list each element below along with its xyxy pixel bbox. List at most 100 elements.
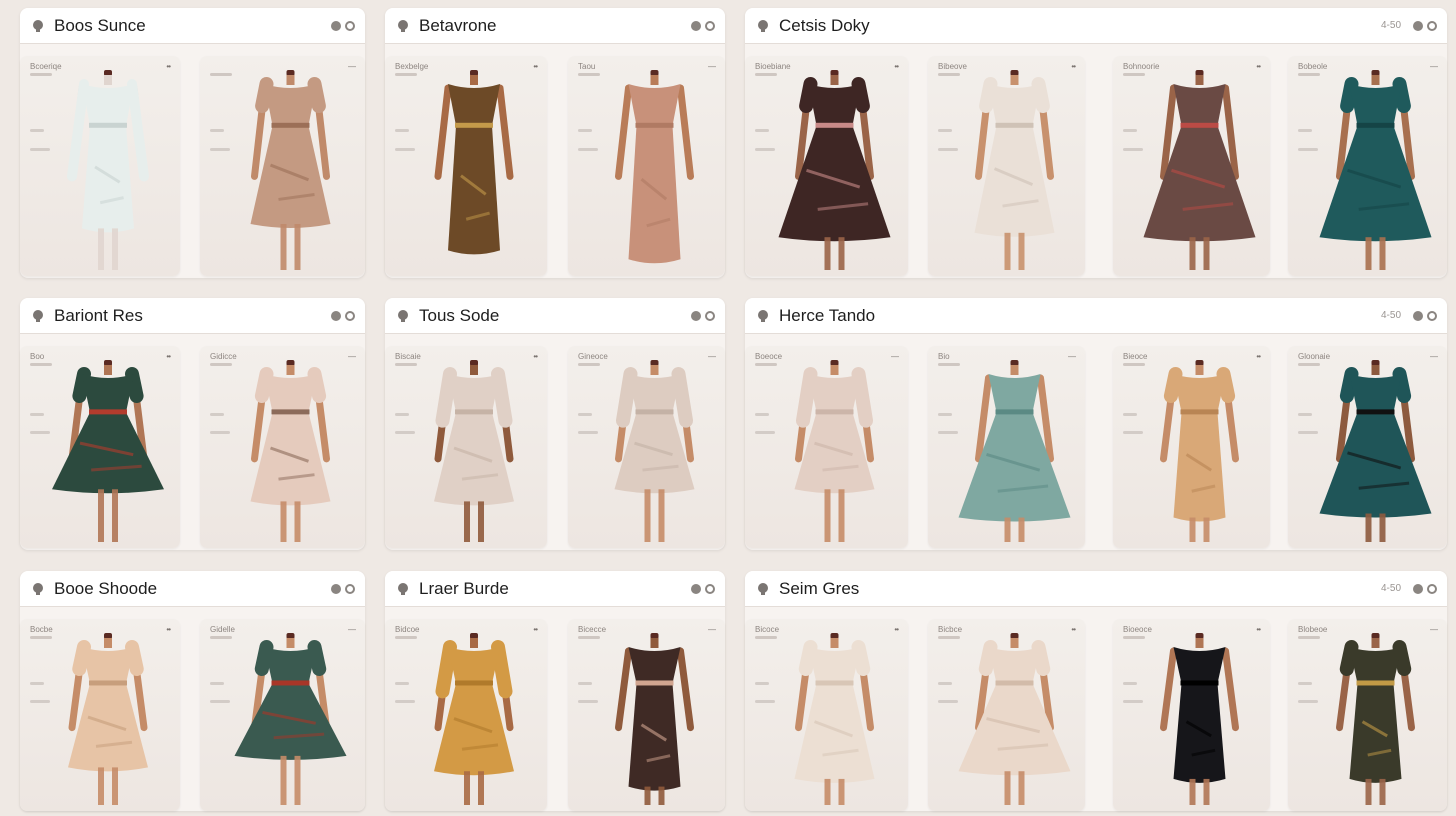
dress-image bbox=[1160, 633, 1239, 805]
dress-card[interactable]: Bicecce — bbox=[568, 619, 725, 811]
dress-card[interactable]: Biscaie •• bbox=[385, 346, 547, 548]
dress-card[interactable]: Bobeole — bbox=[1288, 56, 1447, 276]
dress-image bbox=[1143, 70, 1256, 270]
collection-title: Herce Tando bbox=[779, 305, 876, 325]
settings-icon[interactable] bbox=[1427, 310, 1437, 321]
home-icon[interactable] bbox=[331, 20, 341, 31]
dress-image bbox=[794, 360, 875, 542]
dress-image bbox=[778, 70, 891, 270]
hanger-icon bbox=[30, 581, 46, 597]
panel-header: Seim Gres 4-50 bbox=[745, 571, 1447, 607]
settings-icon[interactable] bbox=[345, 310, 355, 321]
dress-card[interactable]: Bibeove •• bbox=[928, 56, 1085, 276]
dress-card[interactable]: Gidicce — bbox=[200, 346, 365, 548]
dress-image bbox=[958, 360, 1071, 542]
dress-card[interactable]: Bohnoorie •• bbox=[1113, 56, 1270, 276]
dress-image bbox=[1336, 633, 1415, 805]
home-icon[interactable] bbox=[331, 583, 341, 594]
collection-title: Bariont Res bbox=[54, 305, 143, 325]
dress-image bbox=[434, 360, 514, 542]
collection-panel: Tous Sode Biscaie •• Gineoce — bbox=[385, 298, 725, 550]
dress-image bbox=[1319, 360, 1432, 542]
dress-image bbox=[67, 70, 149, 270]
price-badge: 4-50 bbox=[1380, 310, 1401, 321]
collection-title: Booe Shoode bbox=[54, 578, 158, 598]
dress-image bbox=[1319, 70, 1432, 270]
dress-image bbox=[434, 70, 514, 255]
dress-image bbox=[974, 70, 1055, 270]
dress-card[interactable]: Bioeoce •• bbox=[1113, 619, 1270, 811]
dress-image bbox=[234, 633, 347, 805]
dress-image bbox=[794, 633, 875, 805]
collection-panel: Herce Tando 4-50 Boeoce — Bio — Bieoce •… bbox=[745, 298, 1447, 550]
dress-card[interactable]: Bio — bbox=[928, 346, 1085, 548]
dress-image bbox=[958, 633, 1071, 805]
dress-image bbox=[614, 360, 695, 542]
price-badge: 4-50 bbox=[1380, 583, 1401, 594]
price-badge: 4-50 bbox=[1380, 20, 1401, 31]
hanger-icon bbox=[395, 308, 411, 324]
panel-header: Betavrone bbox=[385, 8, 725, 44]
panel-header: Bariont Res bbox=[20, 298, 365, 334]
home-icon[interactable] bbox=[691, 583, 701, 594]
dress-card[interactable]: Bexbelge •• bbox=[385, 56, 547, 276]
dress-card[interactable]: Bicoce •• bbox=[745, 619, 908, 811]
dress-card[interactable]: Gidelle — bbox=[200, 619, 365, 811]
panel-header: Lraer Burde bbox=[385, 571, 725, 607]
home-icon[interactable] bbox=[331, 310, 341, 321]
dress-card[interactable]: Gloonaie — bbox=[1288, 346, 1447, 548]
hanger-icon bbox=[395, 18, 411, 34]
collection-title: Betavrone bbox=[419, 15, 497, 35]
settings-icon[interactable] bbox=[1427, 583, 1437, 594]
panel-header: Tous Sode bbox=[385, 298, 725, 334]
hanger-icon bbox=[755, 581, 771, 597]
settings-icon[interactable] bbox=[705, 310, 715, 321]
panel-header: Cetsis Doky 4-50 bbox=[745, 8, 1447, 44]
dress-card[interactable]: — bbox=[200, 56, 365, 276]
collection-panel: Booe Shoode Bocbe •• Gidelle — bbox=[20, 571, 365, 811]
collection-title: Tous Sode bbox=[419, 305, 500, 325]
dress-card[interactable]: Boo •• bbox=[20, 346, 180, 548]
dress-card[interactable]: Bocbe •• bbox=[20, 619, 180, 811]
home-icon[interactable] bbox=[1413, 20, 1423, 31]
collection-title: Seim Gres bbox=[779, 578, 860, 598]
hanger-icon bbox=[30, 18, 46, 34]
dress-card[interactable]: Bieoce •• bbox=[1113, 346, 1270, 548]
collection-panel: Cetsis Doky 4-50 Bioebiane •• Bibeove ••… bbox=[745, 8, 1447, 278]
dress-card[interactable]: Blobeoe — bbox=[1288, 619, 1447, 811]
dress-card[interactable]: Bicbce •• bbox=[928, 619, 1085, 811]
dress-image bbox=[1160, 360, 1239, 542]
collection-panel: Betavrone Bexbelge •• Taou — bbox=[385, 8, 725, 278]
collection-panel: Boos Sunce Bcoeriqe •• — bbox=[20, 8, 365, 278]
dress-card[interactable]: Boeoce — bbox=[745, 346, 908, 548]
dress-image bbox=[434, 633, 514, 805]
settings-icon[interactable] bbox=[345, 583, 355, 594]
dress-card[interactable]: Bcoeriqe •• bbox=[20, 56, 180, 276]
home-icon[interactable] bbox=[691, 310, 701, 321]
collection-panel: Bariont Res Boo •• Gidicce — bbox=[20, 298, 365, 550]
settings-icon[interactable] bbox=[705, 20, 715, 31]
hanger-icon bbox=[755, 18, 771, 34]
dress-card[interactable]: Gineoce — bbox=[568, 346, 725, 548]
settings-icon[interactable] bbox=[345, 20, 355, 31]
settings-icon[interactable] bbox=[1427, 20, 1437, 31]
dress-card[interactable]: Bioebiane •• bbox=[745, 56, 908, 276]
panel-header: Herce Tando 4-50 bbox=[745, 298, 1447, 334]
dress-card[interactable]: Bidcoe •• bbox=[385, 619, 547, 811]
home-icon[interactable] bbox=[1413, 583, 1423, 594]
dress-image bbox=[250, 70, 331, 270]
hanger-icon bbox=[755, 308, 771, 324]
home-icon[interactable] bbox=[691, 20, 701, 31]
home-icon[interactable] bbox=[1413, 310, 1423, 321]
panel-header: Booe Shoode bbox=[20, 571, 365, 607]
collection-title: Boos Sunce bbox=[54, 15, 146, 35]
hanger-icon bbox=[395, 581, 411, 597]
dress-image bbox=[615, 633, 694, 805]
collection-panel: Seim Gres 4-50 Bicoce •• Bicbce •• Bioeo… bbox=[745, 571, 1447, 811]
dress-card[interactable]: Taou — bbox=[568, 56, 725, 276]
dress-image bbox=[615, 70, 694, 264]
panel-header: Boos Sunce bbox=[20, 8, 365, 44]
hanger-icon bbox=[30, 308, 46, 324]
settings-icon[interactable] bbox=[705, 583, 715, 594]
dress-image bbox=[52, 360, 164, 542]
